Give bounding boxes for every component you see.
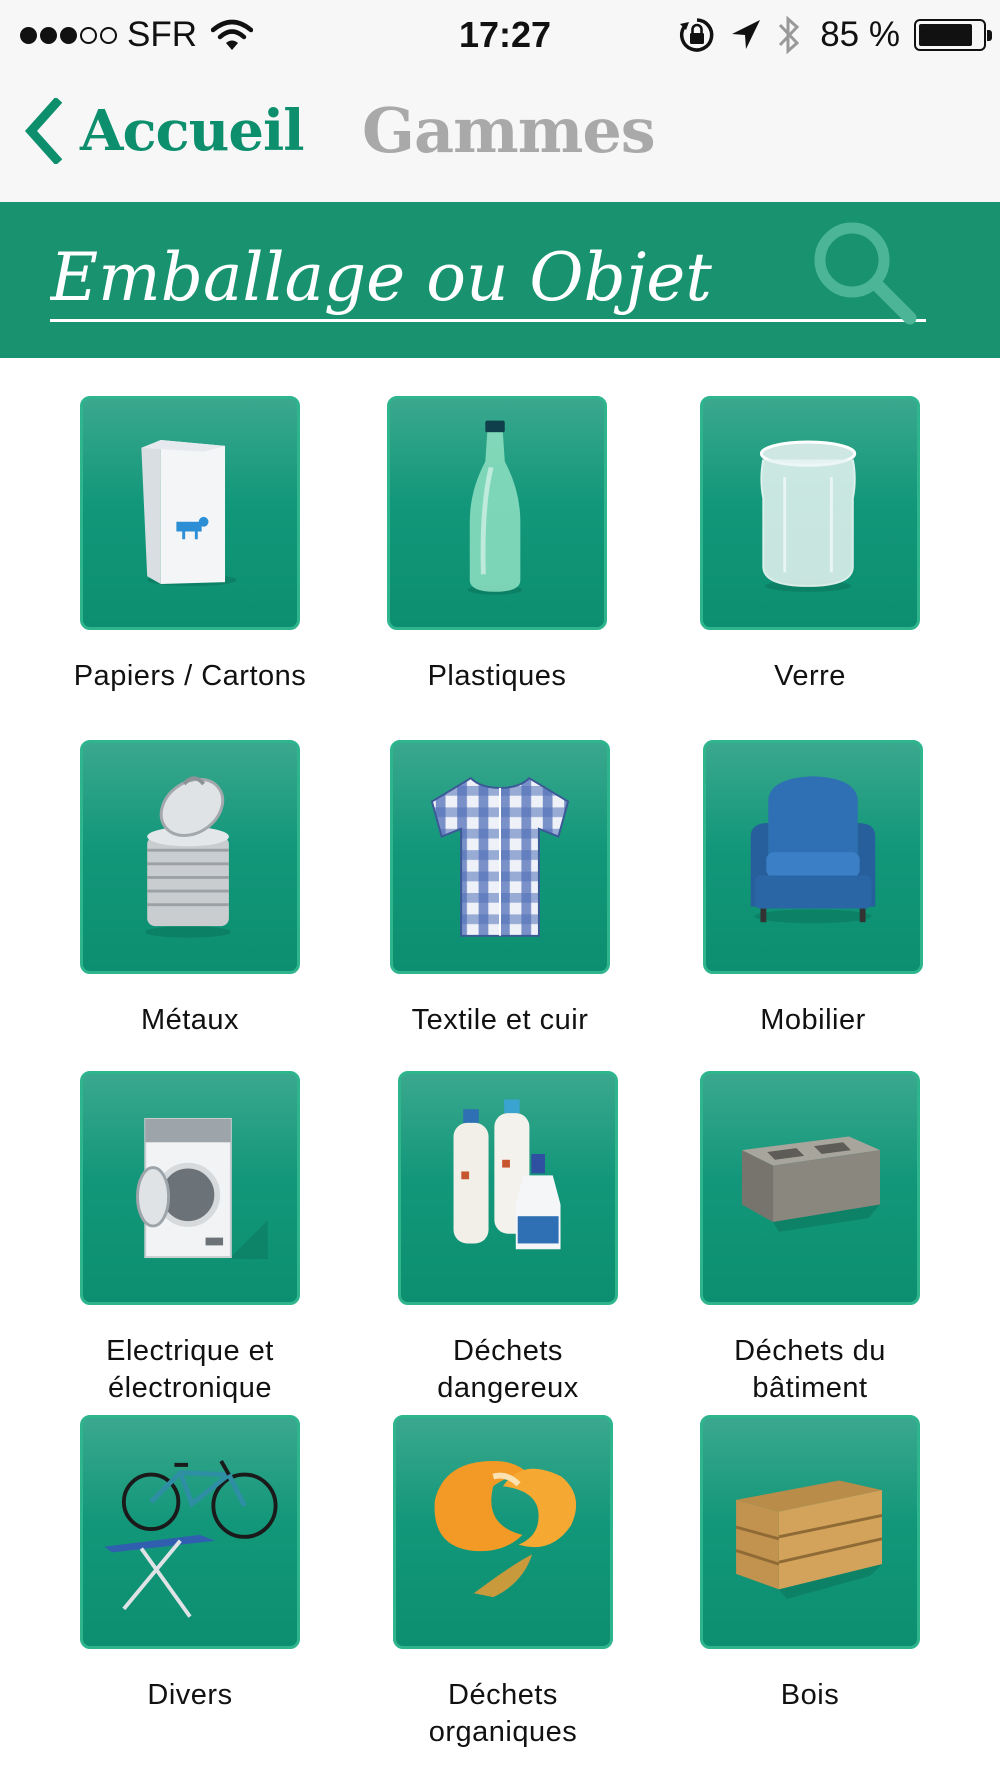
cinder-block-icon xyxy=(741,1136,881,1232)
category-tile-bois[interactable]: Bois xyxy=(680,1415,940,1714)
tile-image xyxy=(700,1071,920,1305)
tile-image xyxy=(700,1415,920,1649)
milk-carton-icon xyxy=(141,440,237,586)
back-label: Accueil xyxy=(80,98,305,164)
tile-image xyxy=(703,740,923,974)
tile-image xyxy=(387,396,607,630)
tile-label: Divers xyxy=(147,1679,233,1711)
shirt-icon xyxy=(430,776,570,937)
category-tile-verre[interactable]: Verre xyxy=(680,396,940,695)
battery-fill xyxy=(919,24,972,46)
category-tile-dechets-batiment[interactable]: Déchets du bâtiment xyxy=(680,1071,940,1407)
tile-label: Déchets du bâtiment xyxy=(734,1335,886,1404)
bicycle-ironing-board-icon xyxy=(104,1460,278,1618)
navigation-bar: Accueil Gammes xyxy=(0,70,1000,202)
tile-label: Métaux xyxy=(140,1004,240,1036)
category-tile-dechets-organiques[interactable]: Déchets organiques xyxy=(373,1415,633,1751)
search-input[interactable] xyxy=(50,236,926,322)
plastic-bottle-icon xyxy=(467,420,523,595)
tile-image xyxy=(80,396,300,630)
battery-percent: 85 % xyxy=(820,15,900,54)
battery-icon xyxy=(914,19,992,51)
tin-can-icon xyxy=(145,776,231,938)
category-tile-papiers-cartons[interactable]: Papiers / Cartons xyxy=(60,396,320,695)
category-grid: Papiers / Cartons Plastiques Verre Métau… xyxy=(0,358,1000,1778)
category-tile-metaux[interactable]: Métaux xyxy=(60,740,320,1039)
tile-label: Papiers / Cartons xyxy=(73,660,307,692)
tile-image xyxy=(393,1415,613,1649)
wooden-crate-icon xyxy=(735,1480,883,1600)
bluetooth-icon xyxy=(779,15,800,55)
category-tile-dechets-dangereux[interactable]: Déchets dangereux xyxy=(378,1071,638,1407)
location-icon xyxy=(732,20,761,49)
tile-image xyxy=(700,396,920,630)
orange-peel-icon xyxy=(434,1460,577,1598)
category-tile-plastiques[interactable]: Plastiques xyxy=(367,396,627,695)
status-right: 85 % xyxy=(678,12,992,58)
search-icon[interactable] xyxy=(810,218,920,328)
status-bar: SFR 17:27 85 % xyxy=(0,0,1000,70)
tile-label: Textile et cuir xyxy=(411,1004,589,1036)
tile-label: Verre xyxy=(774,660,846,692)
tile-image xyxy=(80,740,300,974)
page-title: Gammes xyxy=(362,94,656,167)
category-tile-electrique-electronique[interactable]: Electrique et électronique xyxy=(60,1071,320,1407)
back-button[interactable]: Accueil xyxy=(24,98,305,164)
category-tile-mobilier[interactable]: Mobilier xyxy=(683,740,943,1039)
tile-label: Déchets organiques xyxy=(428,1679,578,1748)
tile-label: Bois xyxy=(780,1679,840,1711)
tile-image xyxy=(390,740,610,974)
tile-label: Electrique et électronique xyxy=(106,1335,274,1404)
category-tile-divers[interactable]: Divers xyxy=(60,1415,320,1714)
tile-image xyxy=(398,1071,618,1305)
armchair-icon xyxy=(750,776,876,924)
rotation-lock-icon xyxy=(680,18,714,52)
chevron-left-icon xyxy=(24,98,62,164)
chemical-bottles-icon xyxy=(453,1099,561,1250)
glass-jar-icon xyxy=(759,440,857,592)
washing-machine-icon xyxy=(136,1117,268,1260)
tile-image xyxy=(80,1415,300,1649)
tile-label: Plastiques xyxy=(427,660,567,692)
tile-label: Déchets dangereux xyxy=(437,1335,579,1404)
search-band xyxy=(0,202,1000,358)
tile-image xyxy=(80,1071,300,1305)
category-tile-textile-cuir[interactable]: Textile et cuir xyxy=(370,740,630,1039)
tile-label: Mobilier xyxy=(760,1004,866,1036)
